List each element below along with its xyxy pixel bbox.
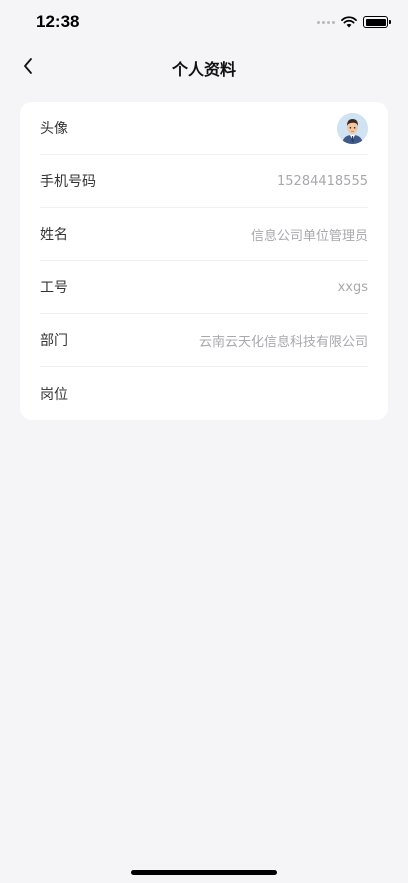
avatar[interactable]	[337, 112, 368, 144]
page-title: 个人资料	[171, 60, 236, 79]
row-department[interactable]: 部门 云南云天化信息科技有限公司	[40, 314, 368, 367]
row-label: 头像	[40, 121, 68, 137]
phone-value: 15284418555	[277, 173, 368, 189]
employee-id-value: xxgs	[337, 279, 368, 295]
department-value: 云南云天化信息科技有限公司	[198, 334, 368, 350]
status-time: 12:38	[36, 12, 80, 31]
row-avatar[interactable]: 头像	[40, 102, 368, 155]
row-employee-id[interactable]: 工号 xxgs	[40, 261, 368, 314]
status-bar: 12:38	[0, 0, 408, 44]
row-label: 工号	[40, 280, 68, 296]
wifi-icon	[341, 16, 357, 28]
row-phone[interactable]: 手机号码 15284418555	[40, 155, 368, 208]
row-label: 姓名	[40, 227, 68, 243]
home-indicator[interactable]	[131, 870, 277, 875]
row-name[interactable]: 姓名 信息公司单位管理员	[40, 208, 368, 261]
row-position[interactable]: 岗位	[40, 367, 368, 420]
row-label: 部门	[40, 333, 68, 349]
battery-icon	[363, 16, 391, 28]
profile-card: 头像 手机号码 15284418555 姓名 信息公司单位管理员 工号 xxgs…	[20, 102, 388, 420]
row-label: 岗位	[40, 386, 68, 403]
profile-screen: 12:38 个人资料 头像 手机号码 15284418555 姓名 信息公司单位…	[0, 0, 408, 883]
signal-icon	[317, 20, 335, 24]
nav-bar: 个人资料	[0, 44, 408, 88]
row-label: 手机号码	[40, 174, 96, 190]
status-icons	[317, 14, 391, 30]
name-value: 信息公司单位管理员	[250, 228, 368, 244]
